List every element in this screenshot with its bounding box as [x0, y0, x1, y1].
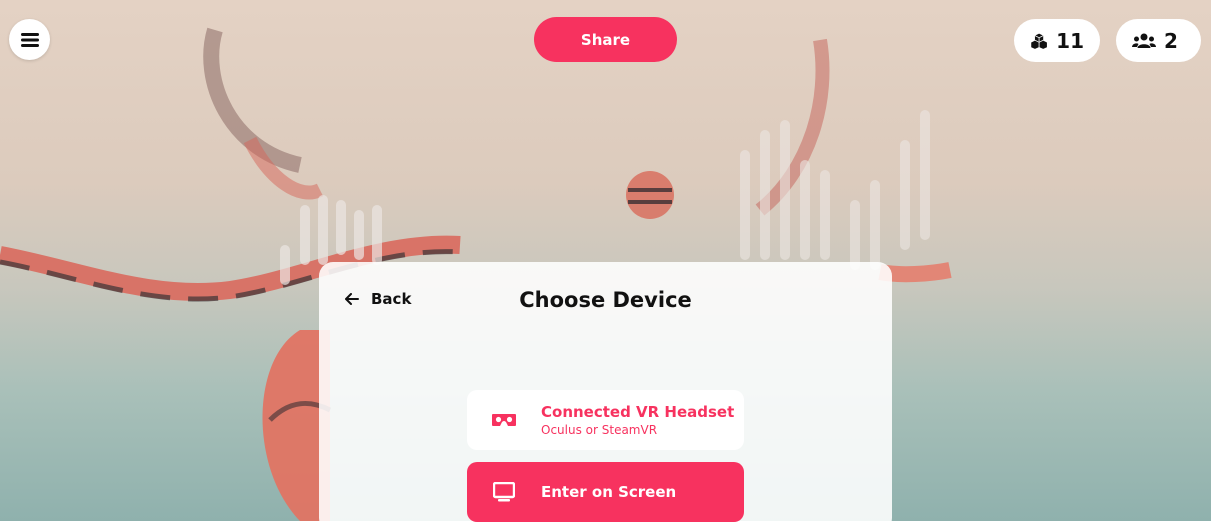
screen-option-label: Enter on Screen [541, 483, 677, 501]
vr-option-label: Connected VR Headset [541, 403, 735, 421]
hamburger-menu-icon [20, 32, 39, 47]
cubes-icon [1031, 33, 1047, 49]
share-button[interactable]: Share [534, 17, 677, 62]
vr-headset-icon [489, 412, 519, 428]
users-icon [1132, 33, 1156, 48]
vr-option-sublabel: Oculus or SteamVR [541, 423, 658, 437]
menu-button[interactable] [9, 19, 50, 60]
choose-device-dialog: Back Choose Device Connected VR Headset … [319, 262, 892, 532]
enter-on-screen-option[interactable]: Enter on Screen [467, 462, 744, 522]
users-count: 2 [1164, 28, 1178, 53]
monitor-icon [489, 482, 519, 502]
connected-vr-headset-option[interactable]: Connected VR Headset Oculus or SteamVR [467, 390, 744, 450]
objects-count: 11 [1056, 28, 1084, 53]
objects-count-badge[interactable]: 11 [1014, 19, 1100, 62]
users-count-badge[interactable]: 2 [1116, 19, 1201, 62]
dialog-title: Choose Device [519, 288, 692, 312]
